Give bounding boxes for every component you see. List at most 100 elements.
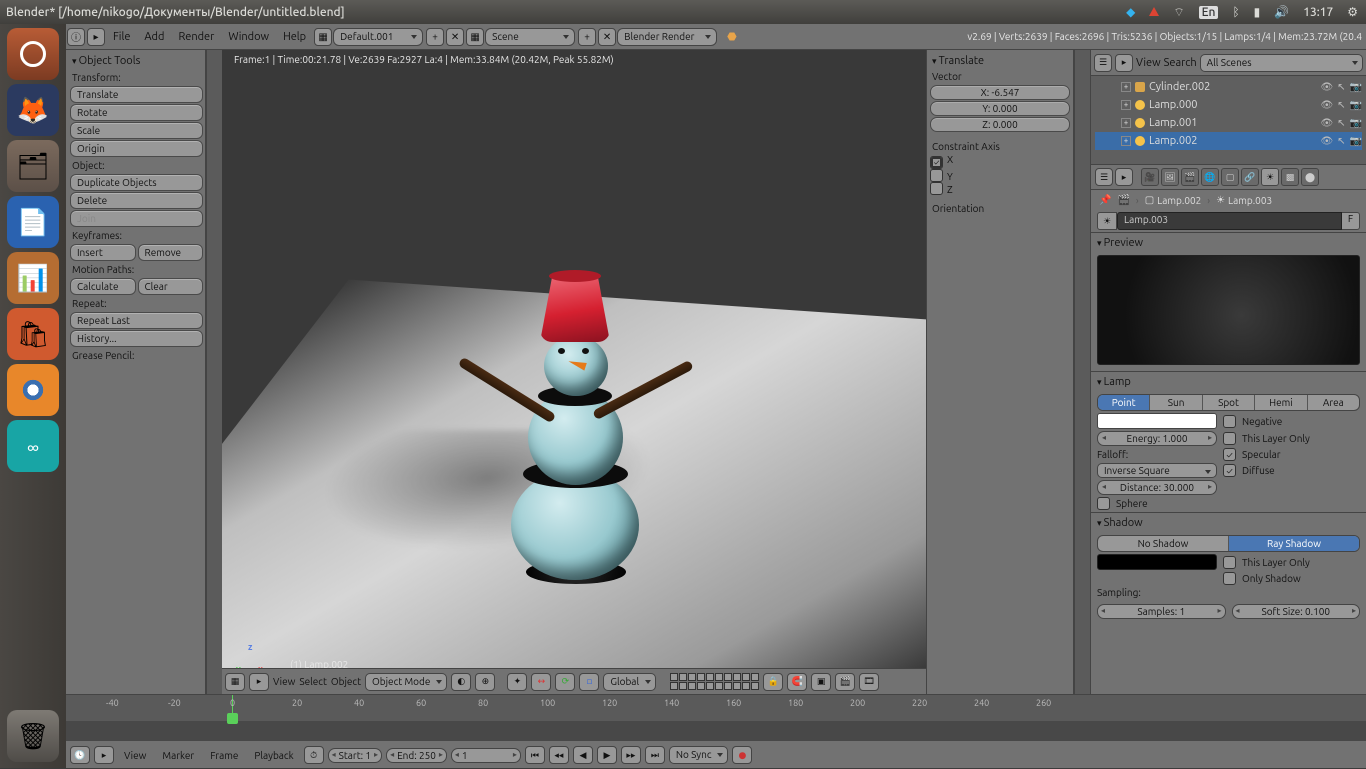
writer-icon[interactable]: 📄 xyxy=(7,196,59,248)
scene-dropdown[interactable]: Scene xyxy=(485,28,575,46)
constraint-y-check[interactable]: Y xyxy=(930,169,1070,182)
lamp-type-spot[interactable]: Spot xyxy=(1203,395,1255,410)
render-anim-icon[interactable]: 🎞 xyxy=(859,673,879,691)
scene-browse-icon[interactable]: ▦ xyxy=(466,28,484,46)
battery-icon[interactable]: ▮ xyxy=(1254,5,1261,19)
session-icon[interactable]: ⚙ xyxy=(1347,5,1358,19)
lamp-type-hemi[interactable]: Hemi xyxy=(1255,395,1307,410)
warning-icon[interactable] xyxy=(1149,6,1159,19)
origin-button[interactable]: Origin xyxy=(70,140,203,157)
editor-type-properties-icon[interactable]: ☰ xyxy=(1095,168,1113,186)
softsize-field[interactable]: Soft Size: 0.100 xyxy=(1232,604,1361,619)
keyframe-prev-icon[interactable]: ◂◂ xyxy=(549,746,569,764)
falloff-dropdown[interactable]: Inverse Square xyxy=(1097,463,1217,478)
preview-panel-hd[interactable]: Preview xyxy=(1091,233,1366,253)
fake-user-button[interactable]: F xyxy=(1342,212,1360,230)
constraint-x-check[interactable]: X xyxy=(930,154,1070,169)
firefox-icon[interactable]: 🦊 xyxy=(7,84,59,136)
editor-type-outliner-icon[interactable]: ☰ xyxy=(1094,54,1112,72)
outliner-view-menu[interactable]: View xyxy=(1136,57,1161,69)
delete-scene-icon[interactable]: ✕ xyxy=(598,28,616,46)
impress-icon[interactable]: 📊 xyxy=(7,252,59,304)
screen-browse-icon[interactable]: ▦ xyxy=(314,28,332,46)
collapse-menus-icon[interactable]: ▸ xyxy=(87,28,105,46)
jump-start-icon[interactable]: ⏮ xyxy=(525,746,545,764)
tab-physics[interactable]: ⬤ xyxy=(1301,168,1319,186)
tl-frame-menu[interactable]: Frame xyxy=(204,750,244,761)
vec-x-field[interactable]: X: -6.547 xyxy=(930,85,1070,100)
scale-button[interactable]: Scale xyxy=(70,122,203,139)
vec-y-field[interactable]: Y: 0.000 xyxy=(930,101,1070,116)
add-scene-icon[interactable]: + xyxy=(578,28,596,46)
volume-icon[interactable]: 🔊 xyxy=(1274,5,1289,19)
snapping-icon[interactable]: 🧲 xyxy=(787,673,807,691)
tl-view-menu[interactable]: View xyxy=(118,750,152,761)
select-menu[interactable]: Select xyxy=(299,676,326,687)
energy-field[interactable]: Energy: 1.000 xyxy=(1097,431,1217,446)
timeline-ruler[interactable]: -40-200204060801001201401601802002202402… xyxy=(66,695,1366,721)
snap-target-icon[interactable]: ▣ xyxy=(811,673,831,691)
lock-camera-icon[interactable]: 🔒 xyxy=(763,673,783,691)
autokey-icon[interactable]: ● xyxy=(732,746,752,764)
lamp-type-area[interactable]: Area xyxy=(1308,395,1359,410)
repeat-last-button[interactable]: Repeat Last xyxy=(70,312,203,329)
lamp-panel-hd[interactable]: Lamp xyxy=(1091,372,1366,392)
sphere-check[interactable] xyxy=(1097,497,1110,510)
constraint-z-check[interactable]: Z xyxy=(930,182,1070,195)
frame-end-field[interactable]: End: 250 xyxy=(386,748,447,763)
collapse-menus-icon[interactable]: ▸ xyxy=(94,746,114,764)
samples-field[interactable]: Samples: 1 xyxy=(1097,604,1226,619)
shading-icon[interactable]: ◐ xyxy=(451,673,471,691)
motion-clear-button[interactable]: Clear xyxy=(138,278,204,295)
menu-add[interactable]: Add xyxy=(137,31,171,43)
negative-check[interactable] xyxy=(1223,415,1236,428)
network-icon[interactable]: ⌔ xyxy=(1173,5,1184,20)
tab-texture[interactable]: ▩ xyxy=(1281,168,1299,186)
collapse-menus-icon[interactable]: ▸ xyxy=(249,673,269,691)
op-translate-hd[interactable]: Translate xyxy=(930,53,1070,69)
blender-icon[interactable] xyxy=(7,364,59,416)
translate-button[interactable]: Translate xyxy=(70,86,203,103)
duplicate-button[interactable]: Duplicate Objects xyxy=(70,174,203,191)
distance-field[interactable]: Distance: 30.000 xyxy=(1097,480,1217,495)
pivot-icon[interactable]: ⊕ xyxy=(475,673,495,691)
play-icon[interactable]: ▶ xyxy=(597,746,617,764)
mode-dropdown[interactable]: Object Mode xyxy=(365,673,447,691)
rotate-button[interactable]: Rotate xyxy=(70,104,203,121)
lamp-color-swatch[interactable] xyxy=(1097,413,1217,429)
crumb-scene[interactable]: 🎬 xyxy=(1117,194,1129,206)
menu-render[interactable]: Render xyxy=(171,31,221,43)
frame-current-field[interactable]: 1 xyxy=(451,748,521,763)
keyframe-remove-button[interactable]: Remove xyxy=(138,244,204,261)
editor-type-3dview-icon[interactable]: ▦ xyxy=(225,673,245,691)
diffuse-check[interactable] xyxy=(1223,464,1236,477)
view-menu[interactable]: View xyxy=(273,676,295,687)
outliner-tree[interactable]: +Cylinder.002👁↖📷 +Lamp.000👁↖📷 +Lamp.001👁… xyxy=(1091,76,1366,164)
object-tools-hd[interactable]: Object Tools xyxy=(70,52,203,70)
object-menu[interactable]: Object xyxy=(331,676,361,687)
tab-data-lamp[interactable]: ☀ xyxy=(1261,168,1279,186)
sync-dropdown[interactable]: No Sync xyxy=(669,746,729,764)
viewport-3d[interactable]: Frame:1 | Time:00:21.78 | Ve:2639 Fa:292… xyxy=(222,50,926,694)
outliner-search-menu[interactable]: Search xyxy=(1164,57,1197,69)
operator-scrollbar[interactable] xyxy=(1074,50,1090,694)
tab-world[interactable]: 🌐 xyxy=(1201,168,1219,186)
menu-help[interactable]: Help xyxy=(276,31,313,43)
add-screen-icon[interactable]: + xyxy=(426,28,444,46)
browse-datablock-icon[interactable]: ☀ xyxy=(1097,212,1117,230)
history-button[interactable]: History... xyxy=(70,330,203,347)
shadow-panel-hd[interactable]: Shadow xyxy=(1091,513,1366,533)
outliner-scope-dropdown[interactable]: All Scenes xyxy=(1200,54,1363,72)
arduino-icon[interactable]: ∞ xyxy=(7,420,59,472)
tab-scene[interactable]: 🎬 xyxy=(1181,168,1199,186)
jump-end-icon[interactable]: ⏭ xyxy=(645,746,665,764)
vec-z-field[interactable]: Z: 0.000 xyxy=(930,117,1070,132)
tab-object[interactable]: ▢ xyxy=(1221,168,1239,186)
tl-marker-menu[interactable]: Marker xyxy=(156,750,200,761)
render-engine-dropdown[interactable]: Blender Render xyxy=(617,28,717,46)
translate-manip-icon[interactable]: ↔ xyxy=(531,673,551,691)
trash-icon[interactable]: 🗑 xyxy=(7,710,59,762)
frame-start-field[interactable]: Start: 1 xyxy=(328,748,382,763)
menu-file[interactable]: File xyxy=(106,31,137,43)
only-shadow-check[interactable] xyxy=(1223,572,1236,585)
